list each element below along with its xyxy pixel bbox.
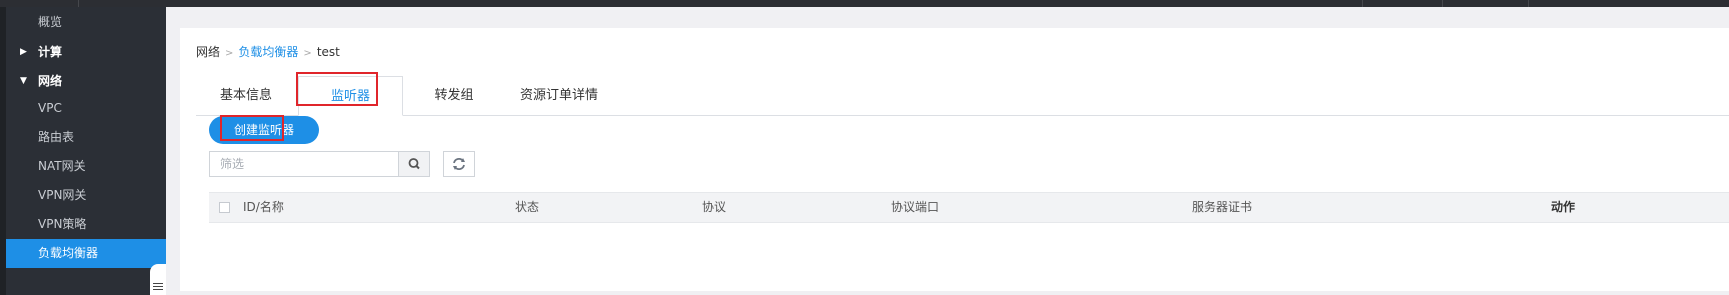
top-bar-divider: [1442, 0, 1443, 7]
search-icon: [408, 158, 420, 170]
top-bar-divider: [1528, 0, 1529, 7]
table-header: ID/名称 状态 协议 协议端口 服务器证书 动作: [209, 192, 1729, 223]
column-header-server-certificate[interactable]: 服务器证书: [1192, 193, 1252, 222]
search-button[interactable]: [399, 151, 430, 177]
top-bar: [0, 0, 1729, 7]
column-header-actions[interactable]: 动作: [1551, 193, 1575, 222]
sidebar-item-vpn-gateway[interactable]: VPN网关: [6, 181, 166, 210]
breadcrumb-separator: >: [225, 48, 234, 59]
column-header-id-name[interactable]: ID/名称: [243, 193, 284, 222]
sidebar-item-network[interactable]: ▼ 网络: [6, 67, 166, 96]
sidebar-item-label: VPN网关: [38, 188, 87, 202]
filter-input[interactable]: 筛选: [209, 151, 399, 177]
sidebar-item-label: 网络: [38, 74, 63, 88]
refresh-button[interactable]: [443, 151, 475, 177]
breadcrumb-item-network[interactable]: 网络: [196, 45, 220, 59]
top-bar-divider: [1362, 0, 1363, 7]
sidebar-item-route-table[interactable]: 路由表: [6, 123, 166, 152]
sidebar-item-label: 概览: [38, 15, 63, 29]
sidebar-item-label: NAT网关: [38, 159, 86, 173]
tab-basic-info[interactable]: 基本信息: [196, 76, 296, 115]
menu-icon: [153, 286, 163, 287]
sidebar-item-label: 路由表: [38, 130, 75, 144]
sidebar-item-label: 负载均衡器: [38, 246, 99, 260]
content-panel: 网络 > 负载均衡器 > test 基本信息 监听器 转发组 资源订单详情 创建监听器 …: [180, 28, 1729, 291]
sidebar-item-vpc[interactable]: VPC: [6, 94, 166, 123]
column-header-protocol-port[interactable]: 协议端口: [891, 193, 939, 222]
sidebar-item-nat-gateway[interactable]: NAT网关: [6, 152, 166, 181]
sidebar-item-overview[interactable]: 概览: [6, 8, 166, 37]
caret-right-icon: ▶: [20, 47, 27, 57]
highlight-box-create-button: [220, 115, 284, 141]
column-header-status[interactable]: 状态: [515, 193, 539, 222]
sidebar-collapse-toggle[interactable]: [150, 264, 166, 295]
top-bar-divider: [78, 0, 79, 7]
sidebar-item-compute[interactable]: ▶ 计算: [6, 38, 166, 67]
tab-resource-order-details[interactable]: 资源订单详情: [499, 76, 619, 115]
caret-down-icon: ▼: [20, 76, 27, 86]
breadcrumb: 网络 > 负载均衡器 > test: [196, 43, 340, 60]
sidebar-item-vpn-policy[interactable]: VPN策略: [6, 210, 166, 239]
sidebar-item-load-balancer[interactable]: 负载均衡器: [6, 239, 166, 268]
sidebar: 概览 ▶ 计算 ▼ 网络 VPC 路由表 NAT网关 VPN网关 VPN策略 负…: [0, 7, 166, 295]
breadcrumb-item-load-balancer[interactable]: 负载均衡器: [238, 45, 298, 59]
breadcrumb-item-current: test: [316, 45, 340, 59]
breadcrumb-separator: >: [303, 48, 312, 59]
select-all-checkbox[interactable]: [219, 202, 230, 213]
sidebar-item-label: VPN策略: [38, 217, 87, 231]
sidebar-item-label: 计算: [38, 45, 63, 59]
column-header-protocol[interactable]: 协议: [702, 193, 726, 222]
tab-bar: 基本信息 监听器 转发组 资源订单详情: [196, 76, 1729, 116]
refresh-icon: [453, 158, 465, 170]
sidebar-item-label: VPC: [38, 101, 62, 115]
highlight-box-tab: [296, 72, 378, 106]
tab-forwarding-groups[interactable]: 转发组: [404, 76, 504, 115]
